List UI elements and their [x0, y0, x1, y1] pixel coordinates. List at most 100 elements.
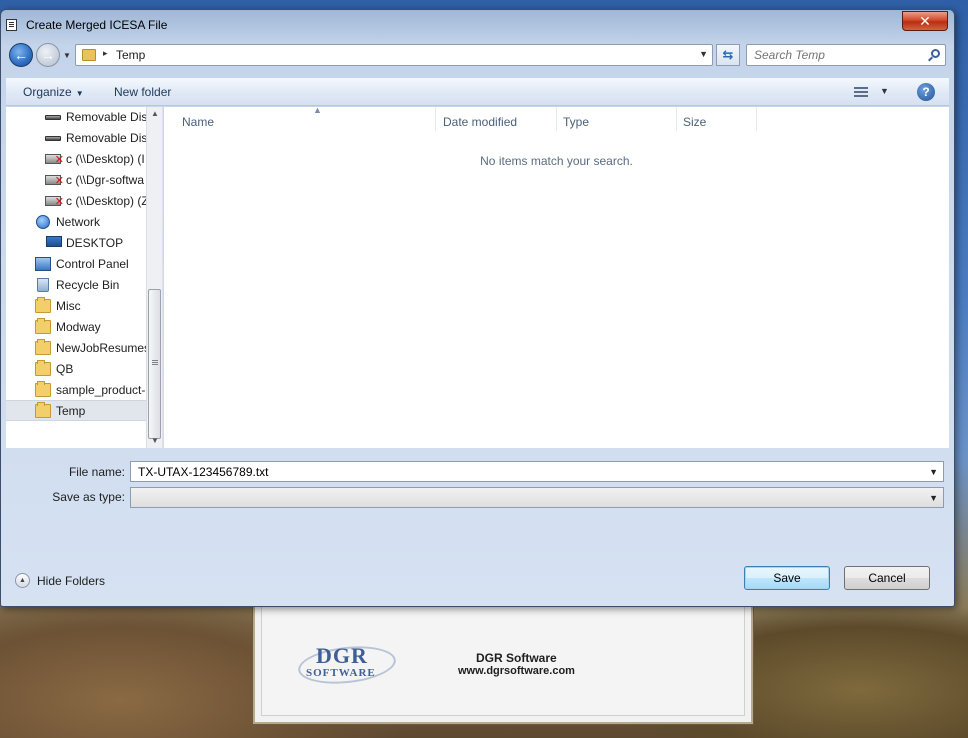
nav-item-label: sample_product-	[56, 383, 146, 397]
nav-item-label: Removable Dis	[66, 110, 146, 124]
search-icon[interactable]	[931, 49, 940, 58]
column-header-type[interactable]: Type	[557, 107, 677, 131]
chevron-down-icon: ▼	[63, 51, 71, 60]
network-drive-disconnected-icon	[45, 174, 64, 187]
nav-item-label: QB	[56, 362, 74, 376]
refresh-icon: ⇆	[722, 47, 734, 62]
back-button[interactable]: ←	[9, 43, 33, 67]
view-options-dropdown[interactable]: ▼	[880, 86, 889, 96]
removable-drive-icon	[45, 115, 61, 120]
nav-item-temp[interactable]: Temp	[6, 400, 146, 421]
dgr-logo: DGR SOFTWARE	[296, 641, 398, 689]
hide-folders-button[interactable]: ▲ Hide Folders	[15, 572, 125, 590]
forward-button[interactable]: →	[36, 43, 60, 67]
cancel-button[interactable]: Cancel	[844, 566, 930, 590]
network-drive-disconnected-icon	[45, 153, 64, 166]
nav-item-control-panel[interactable]: Control Panel	[6, 254, 146, 275]
column-header-label: Name	[182, 115, 215, 129]
nav-item-qb[interactable]: QB	[6, 359, 146, 380]
nav-item-label: NewJobResumes	[56, 341, 146, 355]
company-url: www.dgrsoftware.com	[458, 665, 575, 677]
folder-icon	[82, 49, 96, 61]
search-input[interactable]	[752, 47, 922, 63]
grip-icon	[152, 360, 158, 361]
recent-pages-dropdown[interactable]: ▼	[63, 51, 71, 60]
nav-item-label: Recycle Bin	[56, 278, 120, 292]
folder-icon	[35, 297, 51, 313]
file-name-combobox[interactable]: ▼	[130, 461, 944, 482]
logo-text-big: DGR	[316, 643, 368, 668]
folder-icon	[35, 402, 51, 418]
chevron-up-icon: ▲	[15, 573, 30, 588]
file-list[interactable]: Name ▲ Date modified Type Size No items …	[164, 105, 949, 448]
nav-item-network[interactable]: Network	[6, 212, 146, 233]
document-icon	[6, 19, 17, 31]
folder-icon	[35, 318, 51, 334]
nav-item-network-drive-desktop[interactable]: c (\\Desktop) (I	[6, 149, 146, 170]
nav-item-recycle-bin[interactable]: Recycle Bin	[6, 275, 146, 296]
dialog-title: Create Merged ICESA File	[26, 18, 168, 32]
nav-item-sample-product[interactable]: sample_product-	[6, 380, 146, 401]
navigation-scrollbar[interactable]: ▲ ▼	[146, 107, 162, 448]
address-bar[interactable]: ▸ Temp ▼	[75, 44, 713, 66]
new-folder-button[interactable]: New folder	[114, 85, 171, 99]
background-app-window: DGR SOFTWARE DGR Software www.dgrsoftwar…	[253, 598, 753, 724]
folder-icon	[35, 381, 51, 397]
nav-item-misc[interactable]: Misc	[6, 296, 146, 317]
hide-folders-label: Hide Folders	[37, 574, 106, 588]
scroll-down-icon[interactable]: ▼	[151, 436, 159, 445]
chevron-down-icon[interactable]: ▼	[929, 467, 938, 477]
address-dropdown[interactable]: ▼	[699, 49, 708, 59]
control-panel-icon	[35, 257, 51, 271]
navigation-pane: Removable Dis Removable Dis c (\\Desktop…	[6, 107, 163, 448]
scroll-up-icon[interactable]: ▲	[151, 109, 159, 118]
folder-icon	[35, 339, 51, 355]
nav-item-label: Control Panel	[56, 257, 129, 271]
chevron-down-icon: ▼	[880, 86, 889, 96]
organize-label: Organize	[23, 85, 72, 99]
nav-item-modway[interactable]: Modway	[6, 317, 146, 338]
command-bar: Organize ▼ New folder ▼ ?	[6, 78, 949, 106]
recycle-bin-icon	[37, 278, 49, 292]
search-box[interactable]	[746, 44, 946, 66]
nav-item-network-drive-desktop-z[interactable]: c (\\Desktop) (Z	[6, 191, 146, 212]
background-app-panel: DGR SOFTWARE DGR Software www.dgrsoftwar…	[261, 606, 745, 716]
nav-item-newjobresumes[interactable]: NewJobResumes	[6, 338, 146, 359]
organize-button[interactable]: Organize ▼	[23, 85, 84, 99]
column-header-date-modified[interactable]: Date modified	[437, 107, 557, 131]
company-name: DGR Software	[476, 651, 557, 665]
chevron-down-icon: ▼	[699, 49, 708, 59]
title-bar[interactable]: Create Merged ICESA File ✕	[1, 10, 954, 38]
column-header-name[interactable]: Name ▲	[176, 105, 436, 131]
save-as-type-select[interactable]: ▼	[130, 487, 944, 508]
sort-ascending-icon: ▲	[313, 105, 322, 115]
empty-list-message: No items match your search.	[480, 154, 633, 168]
nav-item-removable-disk-2[interactable]: Removable Dis	[6, 128, 146, 149]
nav-item-label: c (\\Dgr-softwa	[66, 173, 145, 187]
save-button[interactable]: Save	[744, 566, 830, 590]
refresh-button[interactable]: ⇆	[716, 44, 740, 66]
removable-drive-icon	[45, 136, 61, 141]
change-view-icon[interactable]	[854, 87, 868, 97]
folder-icon	[35, 360, 51, 376]
column-header-label: Type	[563, 115, 590, 129]
logo-text-small: SOFTWARE	[306, 667, 376, 679]
column-header-size[interactable]: Size	[677, 107, 757, 131]
breadcrumb-temp[interactable]: Temp	[116, 48, 145, 62]
breadcrumb-separator-icon[interactable]: ▸	[103, 48, 108, 59]
chevron-down-icon: ▼	[75, 89, 84, 98]
network-icon	[36, 215, 50, 229]
nav-item-desktop-computer[interactable]: DESKTOP	[6, 233, 146, 254]
help-icon[interactable]: ?	[917, 83, 935, 101]
scrollbar-thumb[interactable]	[148, 289, 161, 439]
close-button[interactable]: ✕	[902, 11, 948, 31]
nav-item-label: DESKTOP	[66, 236, 124, 250]
nav-item-network-drive-dgr[interactable]: c (\\Dgr-softwa	[6, 170, 146, 191]
navigation-row: ← → ▼ ▸ Temp ▼ ⇆	[1, 42, 954, 72]
file-name-input[interactable]	[136, 464, 916, 479]
chevron-down-icon[interactable]: ▼	[929, 493, 938, 503]
network-drive-disconnected-icon	[45, 195, 64, 208]
save-file-dialog: Create Merged ICESA File ✕ ← → ▼ ▸ Temp …	[0, 9, 955, 607]
nav-item-removable-disk-1[interactable]: Removable Dis	[6, 107, 146, 128]
nav-item-label: Temp	[56, 404, 86, 418]
